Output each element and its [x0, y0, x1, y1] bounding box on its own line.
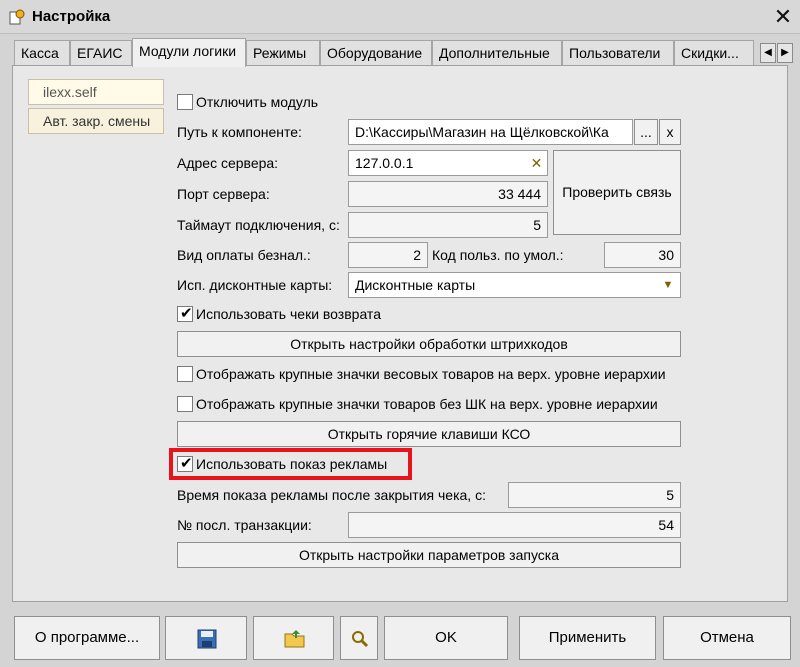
close-window-button[interactable]: ✕ [770, 4, 796, 30]
default-user-input[interactable]: 30 [604, 242, 681, 268]
apply-button[interactable]: Применить [519, 616, 656, 660]
timeout-label: Таймаут подключения, с: [177, 217, 340, 233]
component-path-input[interactable]: D:\Кассиры\Магазин на Щёлковской\Ка [348, 119, 633, 145]
tab-discounts[interactable]: Скидки... [674, 40, 754, 66]
ok-button[interactable]: OK [384, 616, 508, 660]
use-ads-checkbox[interactable]: ✔ [177, 455, 193, 472]
server-address-label: Адрес сервера: [177, 155, 279, 171]
use-ads-label: Использовать показ рекламы [196, 456, 388, 472]
title-bar [0, 0, 800, 34]
weight-icons-checkbox[interactable] [177, 366, 193, 382]
last-transaction-label: № посл. транзакции: [177, 517, 312, 533]
module-item-ilexx-self[interactable]: ilexx.self [28, 79, 164, 105]
launch-params-button[interactable]: Открыть настройки параметров запуска [177, 542, 681, 568]
floppy-disk-icon [197, 629, 217, 649]
tab-kassa[interactable]: Касса [14, 40, 70, 66]
disable-module-label: Отключить модуль [196, 94, 319, 110]
tab-additional[interactable]: Дополнительные [432, 40, 562, 66]
discount-cards-select[interactable]: Дисконтные карты [348, 272, 681, 298]
search-button[interactable] [340, 616, 378, 660]
disable-module-checkbox[interactable] [177, 94, 193, 110]
ad-time-input[interactable]: 5 [508, 482, 681, 508]
tab-users[interactable]: Пользователи [562, 40, 674, 66]
magnifier-icon [352, 631, 369, 648]
browse-button[interactable]: ... [634, 119, 658, 145]
ad-time-label: Время показа рекламы после закрытия чека… [177, 487, 486, 503]
server-port-input[interactable]: 33 444 [348, 181, 548, 207]
barcode-settings-button[interactable]: Открыть настройки обработки штрихкодов [177, 331, 681, 357]
clear-x-icon[interactable]: ✕ [527, 153, 546, 173]
tab-scroll-right-icon[interactable]: ▶ [777, 43, 793, 63]
server-address-input[interactable]: 127.0.0.1 [348, 150, 548, 176]
module-item-auto-close-shift[interactable]: Авт. закр. смены [28, 108, 164, 134]
last-transaction-input[interactable]: 54 [348, 512, 681, 538]
server-port-label: Порт сервера: [177, 186, 270, 202]
folder-open-icon [284, 630, 305, 648]
window-title: Настройка [32, 8, 111, 25]
tab-modes[interactable]: Режимы [246, 40, 320, 66]
check-connection-button[interactable]: Проверить связь [553, 150, 681, 235]
dropdown-arrow-icon[interactable]: ▼ [658, 276, 678, 294]
tab-strip: Касса ЕГАИС Модули логики Режимы Оборудо… [0, 38, 800, 67]
nobarcode-icons-label: Отображать крупные значки товаров без ШК… [196, 396, 658, 412]
tab-scroll-left-icon[interactable]: ◀ [760, 43, 776, 63]
hotkeys-button[interactable]: Открыть горячие клавиши КСО [177, 421, 681, 447]
default-user-label: Код польз. по умол.: [432, 247, 564, 263]
discount-cards-label: Исп. дисконтные карты: [177, 277, 333, 293]
nobarcode-icons-checkbox[interactable] [177, 396, 193, 412]
tab-logic-modules[interactable]: Модули логики [132, 38, 246, 67]
save-button[interactable] [165, 616, 247, 660]
noncash-input[interactable]: 2 [348, 242, 428, 268]
component-path-label: Путь к компоненте: [177, 124, 302, 140]
timeout-input[interactable]: 5 [348, 212, 548, 238]
clear-path-button[interactable]: x [659, 119, 681, 145]
weight-icons-label: Отображать крупные значки весовых товаро… [196, 366, 666, 382]
tab-equipment[interactable]: Оборудование [320, 40, 432, 66]
use-return-checks-checkbox[interactable]: ✔ [177, 305, 193, 322]
noncash-label: Вид оплаты безнал.: [177, 247, 311, 263]
cancel-button[interactable]: Отмена [663, 616, 791, 660]
tab-egais[interactable]: ЕГАИС [70, 40, 132, 66]
about-button[interactable]: О программе... [14, 616, 160, 660]
use-return-checks-label: Использовать чеки возврата [196, 306, 381, 322]
app-gear-icon [9, 9, 25, 25]
open-button[interactable] [253, 616, 334, 660]
